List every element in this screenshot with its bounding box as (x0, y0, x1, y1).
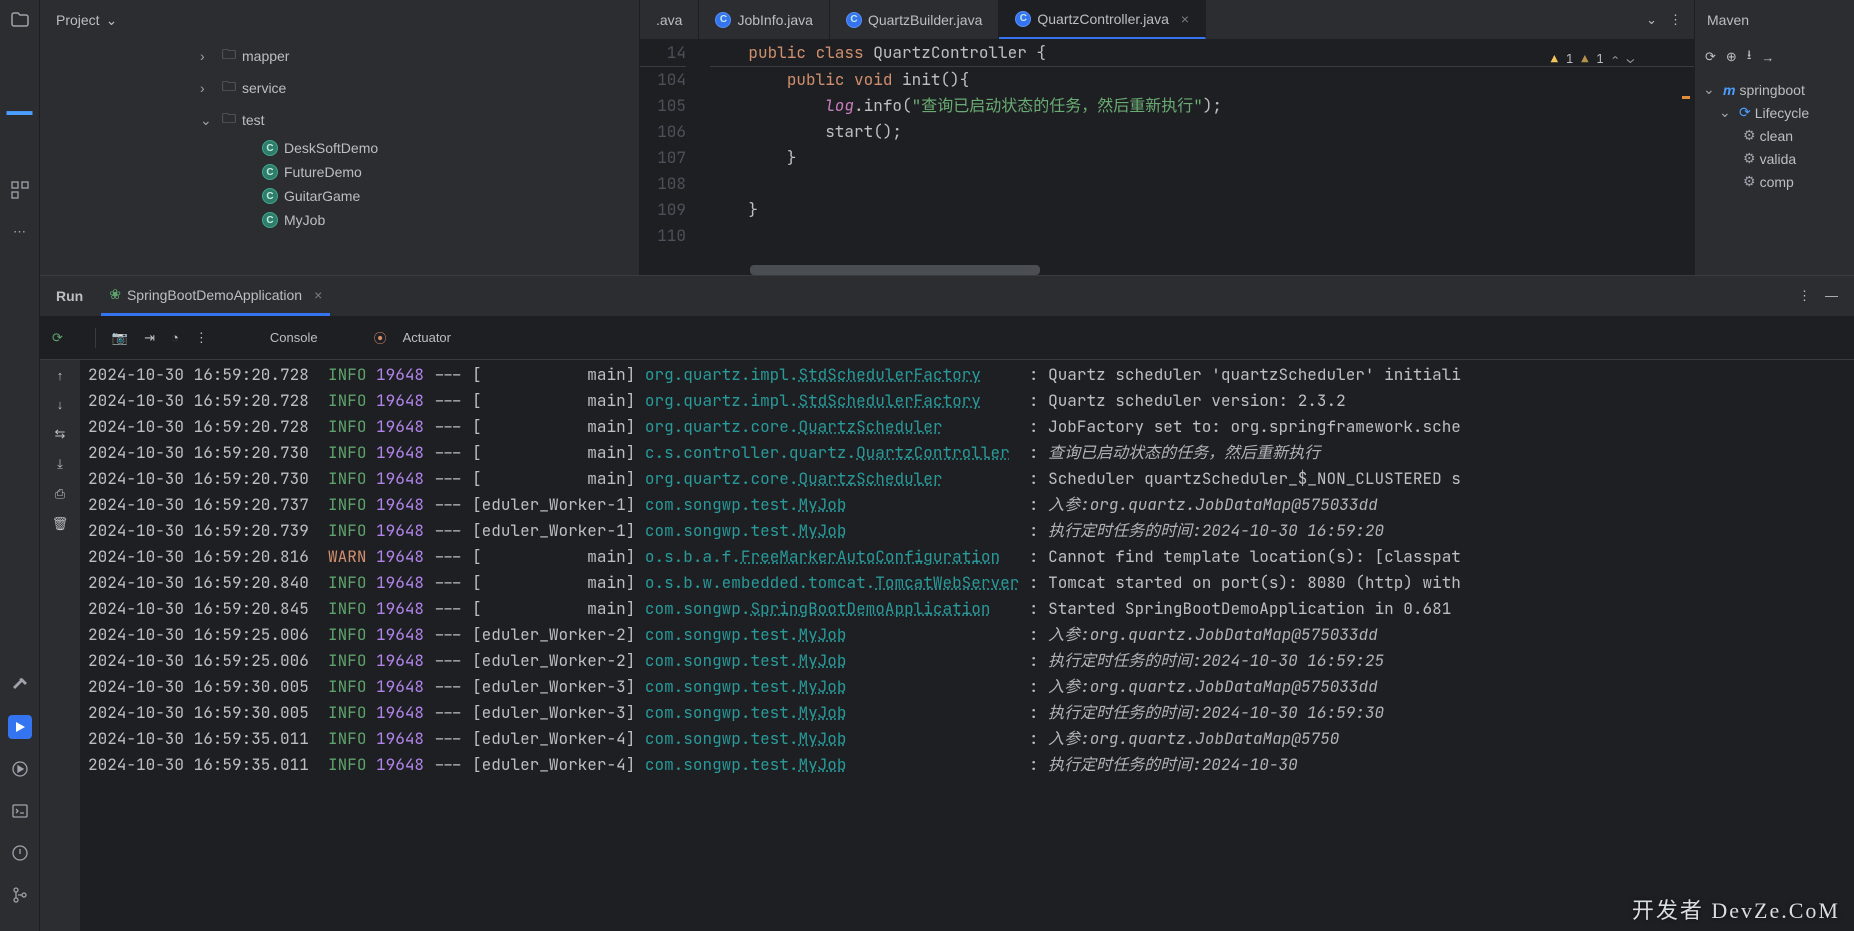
close-icon[interactable]: × (1181, 11, 1189, 27)
scroll-up-icon[interactable]: ↑ (57, 368, 64, 383)
editor-tab[interactable]: CQuartzController.java× (999, 0, 1206, 39)
code-lines[interactable]: public class QuartzController { public v… (704, 40, 1694, 275)
console-gutter: ↑ ↓ ⇆ ⤓ ⎙ 🗑 (40, 360, 80, 931)
more-icon[interactable]: ⋯ (8, 220, 32, 244)
editor-area: .avaCJobInfo.javaCQuartzBuilder.javaCQua… (640, 0, 1694, 275)
log-line: 2024-10-30 16:59:20.728 INFO 19648 --- [… (88, 362, 1846, 388)
actuator-icon: ⦿ (374, 328, 387, 347)
actuator-tab[interactable]: Actuator (403, 330, 451, 345)
rerun-icon[interactable]: ⟳ (52, 330, 63, 346)
close-icon[interactable]: × (314, 287, 322, 303)
run-config-tab[interactable]: ❀ SpringBootDemoApplication × (101, 276, 330, 316)
maven-item[interactable]: ⌄⟳Lifecycle (1695, 101, 1854, 124)
gauge-icon[interactable]: ◔ (171, 330, 179, 345)
git-icon[interactable] (8, 883, 32, 907)
chevron-down-icon[interactable]: ⌄ (1627, 46, 1634, 72)
log-line: 2024-10-30 16:59:20.728 INFO 19648 --- [… (88, 388, 1846, 414)
watermark: 开发者 DevZe.CoM (1632, 893, 1840, 925)
project-tree: ›🗀mapper›🗀service⌄🗀testCDeskSoftDemoCFut… (40, 40, 639, 275)
maven-item[interactable]: ⚙comp (1695, 170, 1854, 193)
tree-item[interactable]: ⌄🗀test (60, 104, 639, 136)
tree-item[interactable]: CDeskSoftDemo (60, 136, 639, 160)
scroll-to-end-icon[interactable]: ⤓ (57, 456, 63, 472)
tree-item[interactable]: CGuitarGame (60, 184, 639, 208)
run-header: Run ❀ SpringBootDemoApplication × ⋮ — (40, 276, 1854, 316)
console-area: ↑ ↓ ⇆ ⤓ ⎙ 🗑 2024-10-30 16:59:20.728 INFO… (40, 360, 1854, 931)
minimize-icon[interactable]: — (1825, 288, 1838, 304)
hammer-icon[interactable] (8, 673, 32, 697)
inspection-badges[interactable]: ▲1 ▲1 ⌃ ⌄ (1551, 46, 1634, 72)
tree-item[interactable]: ›🗀mapper (60, 40, 639, 72)
log-line: 2024-10-30 16:59:20.840 INFO 19648 --- [… (88, 570, 1846, 596)
soft-wrap-icon[interactable]: ⇆ (55, 426, 66, 442)
log-line: 2024-10-30 16:59:20.730 INFO 19648 --- [… (88, 440, 1846, 466)
console-output[interactable]: 2024-10-30 16:59:20.728 INFO 19648 --- [… (80, 360, 1854, 931)
log-line: 2024-10-30 16:59:20.737 INFO 19648 --- [… (88, 492, 1846, 518)
left-toolbar: ▬▬ ⋯ (0, 0, 40, 931)
editor-tab[interactable]: CJobInfo.java (699, 0, 830, 39)
folder-icon[interactable] (8, 8, 32, 32)
tree-item[interactable]: CMyJob (60, 208, 639, 232)
log-line: 2024-10-30 16:59:20.728 INFO 19648 --- [… (88, 414, 1846, 440)
leaf-icon: ❀ (109, 286, 121, 303)
log-line: 2024-10-30 16:59:20.845 INFO 19648 --- [… (88, 596, 1846, 622)
horizontal-scrollbar[interactable] (750, 265, 1040, 275)
warning-icon: ▲ (1551, 46, 1558, 72)
maven-toolbar: ⟳ ⊕ ⭳ → (1695, 40, 1854, 74)
console-tab[interactable]: Console (270, 330, 318, 345)
log-line: 2024-10-30 16:59:20.816 WARN 19648 --- [… (88, 544, 1846, 570)
maven-title: Maven (1695, 0, 1854, 40)
chevron-down-icon: ⌄ (106, 12, 118, 29)
play-icon[interactable] (8, 715, 32, 739)
tree-item[interactable]: ›🗀service (60, 72, 639, 104)
problems-icon[interactable] (8, 841, 32, 865)
log-line: 2024-10-30 16:59:30.005 INFO 19648 --- [… (88, 700, 1846, 726)
maven-tree: ⌄mspringboot⌄⟳Lifecycle⚙clean⚙valida⚙com… (1695, 74, 1854, 197)
editor-content[interactable]: 14104105106107108109110 public class Qua… (640, 40, 1694, 275)
maven-item[interactable]: ⌄mspringboot (1695, 78, 1854, 101)
maven-item[interactable]: ⚙clean (1695, 124, 1854, 147)
log-line: 2024-10-30 16:59:35.011 INFO 19648 --- [… (88, 726, 1846, 752)
editor-tab[interactable]: .ava (640, 0, 699, 39)
run-icon[interactable] (8, 757, 32, 781)
trash-icon[interactable]: 🗑 (52, 516, 69, 532)
chevron-down-icon[interactable]: ⌄ (1646, 12, 1657, 28)
more-icon[interactable]: ⋮ (1669, 12, 1682, 28)
print-icon[interactable]: ⎙ (55, 486, 65, 502)
log-line: 2024-10-30 16:59:25.006 INFO 19648 --- [… (88, 648, 1846, 674)
expand-icon[interactable]: → (1761, 50, 1774, 65)
download-icon[interactable]: ⭳ (1747, 46, 1752, 68)
maven-panel: Maven ⟳ ⊕ ⭳ → ⌄mspringboot⌄⟳Lifecycle⚙cl… (1694, 0, 1854, 275)
more-vert-icon[interactable]: ⋮ (195, 330, 208, 346)
editor-tab[interactable]: CQuartzBuilder.java (830, 0, 999, 39)
add-icon[interactable]: ⊕ (1726, 49, 1737, 65)
run-panel: Run ❀ SpringBootDemoApplication × ⋮ — ⟳ … (40, 275, 1854, 931)
refresh-icon[interactable]: ⟳ (1705, 49, 1716, 65)
structure-icon[interactable] (8, 178, 32, 202)
error-stripe-marker[interactable] (1682, 96, 1690, 99)
maven-item[interactable]: ⚙valida (1695, 147, 1854, 170)
exit-icon[interactable]: ⇥ (144, 330, 155, 346)
tree-item[interactable]: CFutureDemo (60, 160, 639, 184)
project-header[interactable]: Project ⌄ (40, 0, 639, 40)
log-line: 2024-10-30 16:59:20.730 INFO 19648 --- [… (88, 466, 1846, 492)
log-line: 2024-10-30 16:59:35.011 INFO 19648 --- [… (88, 752, 1846, 778)
chevron-up-icon[interactable]: ⌃ (1612, 46, 1619, 72)
editor-gutter: 14104105106107108109110 (640, 40, 698, 275)
log-line: 2024-10-30 16:59:20.739 INFO 19648 --- [… (88, 518, 1846, 544)
camera-icon[interactable]: 📷 (112, 330, 128, 346)
weak-warning-icon: ▲ (1581, 46, 1588, 72)
terminal-icon[interactable] (8, 799, 32, 823)
editor-tabs: .avaCJobInfo.javaCQuartzBuilder.javaCQua… (640, 0, 1694, 40)
scroll-down-icon[interactable]: ↓ (57, 397, 64, 412)
log-line: 2024-10-30 16:59:25.006 INFO 19648 --- [… (88, 622, 1846, 648)
log-line: 2024-10-30 16:59:30.005 INFO 19648 --- [… (88, 674, 1846, 700)
run-title: Run (56, 288, 83, 304)
project-title: Project (56, 12, 100, 28)
project-panel: Project ⌄ ›🗀mapper›🗀service⌄🗀testCDeskSo… (40, 0, 640, 275)
stripe-icon[interactable]: ▬▬ (8, 98, 32, 122)
run-config-label: SpringBootDemoApplication (127, 287, 302, 303)
more-icon[interactable]: ⋮ (1798, 288, 1811, 304)
run-toolbar: ⟳ 📷 ⇥ ◔ ⋮ Console ⦿ Actuator (40, 316, 1854, 360)
